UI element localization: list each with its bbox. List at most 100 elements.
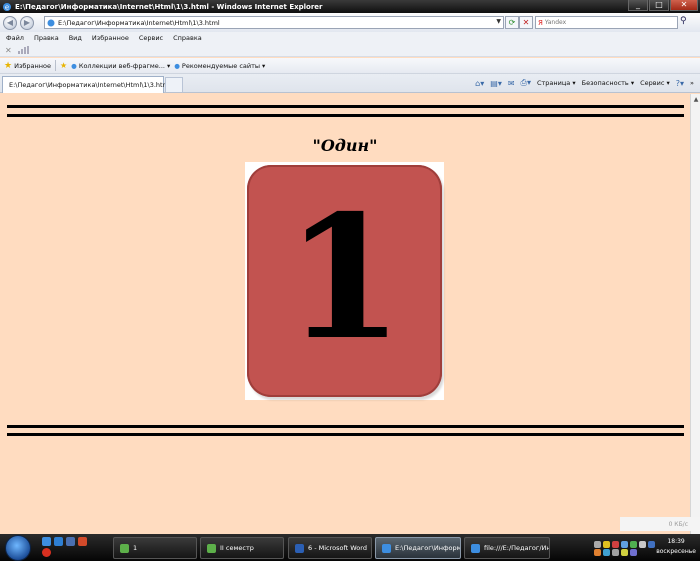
taskbar-item-word[interactable]: 6 - Microsoft Word	[288, 537, 372, 559]
suggested-sites-icon: ●	[174, 61, 180, 70]
media-quick-icon[interactable]	[78, 537, 87, 546]
taskbar-item-folder-1[interactable]: 1	[113, 537, 197, 559]
network-rate-indicator: 0 КБ/с	[620, 517, 700, 531]
tools-menu-label: Сервис	[640, 79, 665, 87]
tray-app-icon[interactable]	[612, 548, 619, 556]
menu-file[interactable]: Файл	[6, 34, 24, 42]
search-input[interactable]	[544, 19, 665, 26]
taskbar-item-ie-active[interactable]: E:\Педагог\Информа...	[375, 537, 461, 559]
window-title-bar: e E:\Педагог\Информатика\Internet\Html\1…	[0, 0, 700, 13]
forward-arrow-icon: ▶	[23, 17, 31, 27]
ie-quick-icon[interactable]	[42, 537, 51, 546]
tab-current-page[interactable]: E:\Педагог\Информатика\Internet\Html\1\3…	[2, 76, 171, 93]
menu-edit[interactable]: Правка	[34, 34, 59, 42]
clock-time: 18:39	[667, 538, 685, 545]
refresh-button[interactable]: ⟳	[505, 16, 519, 29]
internet-explorer-icon: e	[3, 2, 11, 11]
links-toolbar: ✕	[0, 44, 700, 57]
close-button[interactable]: ✕	[670, 0, 698, 11]
network-icon[interactable]	[621, 540, 628, 548]
print-icon[interactable]: ⎙▾	[521, 78, 531, 88]
forward-button[interactable]: ▶	[20, 15, 34, 30]
add-favorite-icon[interactable]: ★	[60, 61, 67, 70]
menu-help[interactable]: Справка	[173, 34, 202, 42]
task-label: file:///E:/Педагог/Ин...	[484, 544, 550, 552]
address-dropdown-icon[interactable]: ▼	[496, 18, 501, 25]
tray-app-icon[interactable]	[630, 540, 637, 548]
address-toolbar: ◀ ▶ E:\Педагог\Информатика\Internet\Html…	[0, 13, 700, 32]
horizontal-rule	[7, 433, 684, 436]
tray-app-icon[interactable]	[603, 540, 610, 548]
stop-button[interactable]: ✕	[519, 16, 533, 29]
tray-app-icon[interactable]	[603, 548, 610, 556]
back-button[interactable]: ◀	[3, 15, 17, 30]
window-controls: _ □ ✕	[628, 0, 698, 11]
start-button[interactable]	[5, 535, 31, 561]
home-icon[interactable]: ⌂▾	[475, 79, 484, 88]
desktop-quick-icon[interactable]	[54, 537, 63, 546]
suggested-sites-button[interactable]: ● Рекомендуемые сайты ▾	[174, 62, 265, 70]
task-label: II семестр	[220, 544, 254, 552]
horizontal-rule	[7, 114, 684, 117]
clock-day: воскресенье	[656, 548, 696, 555]
tab-label: E:\Педагог\Информатика\Internet\Html\1\3…	[9, 81, 171, 89]
number-image: 1	[245, 162, 444, 400]
task-label: 6 - Microsoft Word	[308, 544, 367, 552]
network-rate: 0 КБ/с	[668, 520, 688, 528]
mail-icon[interactable]: ✉	[508, 79, 515, 88]
command-bar: ⌂▾ ▤▾ ✉ ⎙▾ Страница ▾ Безопасность ▾ Сер…	[475, 78, 694, 88]
taskbar: 1 II семестр 6 - Microsoft Word E:\Педаг…	[0, 534, 700, 561]
help-icon[interactable]: ?▾	[676, 79, 684, 88]
system-tray: 18:39 воскресенье	[594, 537, 700, 559]
page-menu-button[interactable]: Страница ▾	[537, 79, 576, 87]
tile-number: 1	[285, 178, 404, 378]
search-icon: ⚲	[680, 16, 687, 26]
safety-menu-button[interactable]: Безопасность ▾	[582, 79, 634, 87]
minimize-button[interactable]: _	[628, 0, 648, 11]
address-url: E:\Педагог\Информатика\Internet\Html\1\3…	[58, 18, 220, 27]
menu-tools[interactable]: Сервис	[139, 34, 163, 42]
favorites-bar: ★ Избранное ★ ● Коллекции веб-фрагме... …	[0, 58, 700, 74]
number-tile: 1	[247, 165, 442, 397]
feeds-icon[interactable]: ▤▾	[490, 79, 502, 88]
opera-quick-icon[interactable]	[42, 548, 51, 557]
clock[interactable]: 18:39 воскресенье	[656, 537, 696, 557]
signal-bars-icon	[17, 46, 29, 54]
close-toolbar-icon[interactable]: ✕	[5, 46, 12, 55]
taskbar-item-semester[interactable]: II семестр	[200, 537, 284, 559]
tray-app-icon[interactable]	[594, 548, 601, 556]
new-tab-button[interactable]	[165, 77, 183, 92]
tools-menu-button[interactable]: Сервис ▾	[640, 79, 670, 87]
page-menu-label: Страница	[536, 79, 571, 87]
web-slices-button[interactable]: ● Коллекции веб-фрагме... ▾	[71, 62, 170, 70]
page-content: "Один" 1	[0, 94, 690, 534]
menu-view[interactable]: Вид	[69, 34, 82, 42]
tray-app-icon[interactable]	[630, 548, 637, 556]
menu-bar: Файл Правка Вид Избранное Сервис Справка	[0, 32, 700, 44]
window-title: E:\Педагог\Информатика\Internet\Html\1\3…	[15, 2, 323, 11]
favorites-label: Избранное	[14, 61, 51, 70]
internet-explorer-icon	[382, 543, 391, 553]
scroll-up-arrow-icon[interactable]: ▲	[692, 96, 700, 104]
page-heading: "Один"	[312, 136, 378, 155]
folder-icon	[207, 543, 216, 553]
maximize-button[interactable]: □	[649, 0, 669, 11]
tray-app-icon[interactable]	[621, 548, 628, 556]
search-go-button[interactable]: ⚲	[680, 16, 687, 26]
task-label: E:\Педагог\Информа...	[395, 544, 460, 552]
tray-app-icon[interactable]	[648, 540, 655, 548]
volume-icon[interactable]	[639, 540, 646, 548]
address-field[interactable]: E:\Педагог\Информатика\Internet\Html\1\3…	[44, 16, 504, 29]
taskbar-item-ie-file[interactable]: file:///E:/Педагог/Ин...	[464, 537, 550, 559]
folder-icon	[120, 543, 129, 553]
horizontal-rule	[7, 425, 684, 428]
save-quick-icon[interactable]	[66, 537, 75, 546]
word-icon	[295, 543, 304, 553]
menu-favorites[interactable]: Избранное	[92, 34, 129, 42]
vertical-scrollbar[interactable]: ▲	[690, 94, 700, 534]
tray-app-icon[interactable]	[612, 540, 619, 548]
favorites-button[interactable]: ★ Избранное	[4, 61, 51, 71]
keyboard-icon[interactable]	[594, 540, 601, 548]
overflow-chevron-icon[interactable]: »	[690, 79, 694, 87]
suggested-sites-label: Рекомендуемые сайты	[181, 61, 261, 70]
